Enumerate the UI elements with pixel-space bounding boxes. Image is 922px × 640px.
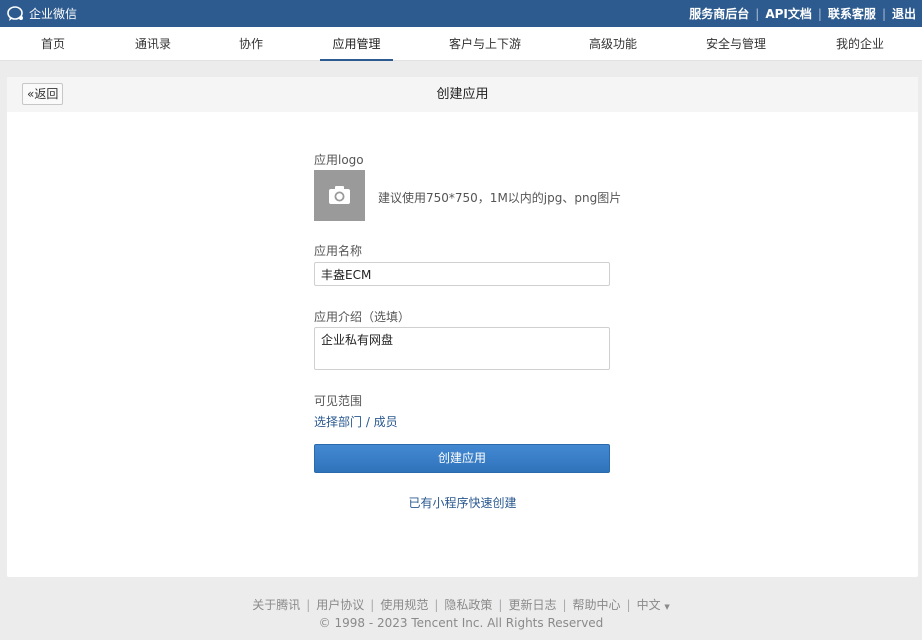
footer-link-changelog[interactable]: 更新日志 [508, 598, 556, 612]
footer-link-rules[interactable]: 使用规范 [380, 598, 428, 612]
copyright: © 1998 - 2023 Tencent Inc. All Rights Re… [318, 616, 604, 630]
nav-security[interactable]: 安全与管理 [700, 27, 772, 61]
app-name-input[interactable] [314, 262, 610, 286]
create-app-card: 创建应用 «返回 应用logo 建议使用750*750，1M以内的jpg、png… [7, 77, 918, 577]
back-button[interactable]: «返回 [22, 83, 64, 105]
card-header: 创建应用 «返回 [7, 77, 918, 112]
divider: | [562, 598, 567, 612]
divider: | [817, 6, 822, 21]
contact-support-link[interactable]: 联系客服 [828, 5, 876, 22]
main-nav: 首页 通讯录 协作 应用管理 客户与上下游 高级功能 安全与管理 我的企业 [0, 27, 922, 61]
mini-program-create-link: 已有小程序快速创建 [7, 494, 918, 511]
divider: | [498, 598, 503, 612]
footer-link-privacy[interactable]: 隐私政策 [444, 598, 492, 612]
divider: | [370, 598, 375, 612]
caret-down-icon: ▼ [664, 603, 670, 611]
language-selector[interactable]: 中文 ▼ [637, 598, 670, 612]
app-intro-input[interactable]: 企业私有网盘 [314, 327, 610, 370]
nav-contacts[interactable]: 通讯录 [128, 27, 178, 61]
service-provider-link[interactable]: 服务商后台 [689, 5, 749, 22]
language-label: 中文 [636, 598, 661, 612]
logo-label: 应用logo [314, 153, 364, 167]
nav-my-enterprise[interactable]: 我的企业 [830, 27, 890, 61]
camera-icon [329, 186, 350, 204]
logout-link[interactable]: 退出 [892, 5, 916, 22]
api-docs-link[interactable]: API文档 [765, 5, 812, 22]
footer-link-about[interactable]: 关于腾讯 [252, 598, 300, 612]
divider: | [626, 598, 631, 612]
nav-advanced[interactable]: 高级功能 [584, 27, 642, 61]
divider: | [755, 6, 760, 21]
footer-link-terms[interactable]: 用户协议 [316, 598, 364, 612]
brand[interactable]: 企业微信 [7, 4, 77, 23]
nav-customers[interactable]: 客户与上下游 [444, 27, 526, 61]
divider: | [434, 598, 439, 612]
app-name-label: 应用名称 [314, 244, 363, 258]
visibility-label: 可见范围 [314, 394, 363, 408]
create-app-button[interactable]: 创建应用 [314, 444, 610, 473]
app-intro-label: 应用介绍（选填） [314, 310, 411, 324]
footer-links: 关于腾讯 | 用户协议 | 使用规范 | 隐私政策 | 更新日志 | 帮助中心 | 中文 ▼ [0, 596, 922, 613]
nav-app-management[interactable]: 应用管理 [320, 27, 393, 61]
wecom-logo-icon [7, 5, 23, 21]
nav-home[interactable]: 首页 [29, 27, 77, 61]
top-bar: 企业微信 服务商后台 | API文档 | 联系客服 | 退出 [0, 0, 922, 27]
divider: | [306, 598, 311, 612]
select-members-link[interactable]: 选择部门 / 成员 [314, 413, 398, 430]
logo-upload[interactable] [314, 170, 365, 221]
page-title: 创建应用 [436, 87, 489, 102]
top-links: 服务商后台 | API文档 | 联系客服 | 退出 [689, 5, 916, 22]
divider: | [881, 6, 886, 21]
mini-program-link-text[interactable]: 已有小程序快速创建 [408, 496, 516, 510]
logo-hint: 建议使用750*750，1M以内的jpg、png图片 [378, 191, 622, 205]
footer-link-help[interactable]: 帮助中心 [573, 598, 621, 612]
brand-name: 企业微信 [29, 7, 78, 21]
nav-collaboration[interactable]: 协作 [228, 27, 274, 61]
